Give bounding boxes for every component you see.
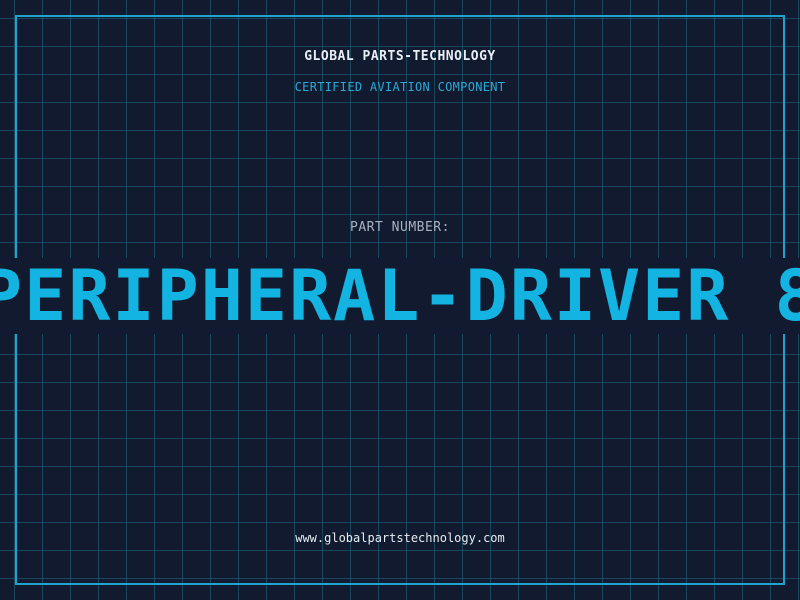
website-url: www.globalpartstechnology.com xyxy=(295,531,505,545)
display-screen: GLOBAL PARTS-TECHNOLOGY CERTIFIED AVIATI… xyxy=(0,0,800,600)
certification-text: CERTIFIED AVIATION COMPONENT xyxy=(294,80,506,94)
part-number-label: PART NUMBER: xyxy=(350,220,450,235)
part-number-band: PERIPHERAL-DRIVER 8 xyxy=(0,258,800,334)
part-number-value: PERIPHERAL-DRIVER 8 xyxy=(0,258,800,334)
company-name: GLOBAL PARTS-TECHNOLOGY xyxy=(304,49,496,64)
